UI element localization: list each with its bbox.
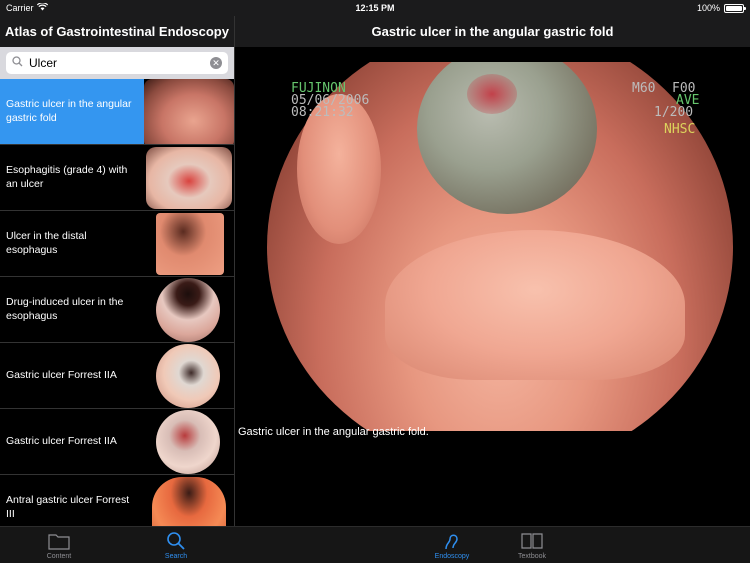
list-item-label: Antral gastric ulcer Forrest III	[6, 494, 130, 520]
overlay-time: 08:21:32	[291, 105, 354, 120]
result-list: Gastric ulcer in the angular gastric fol…	[0, 79, 234, 526]
search-bar: ✕	[0, 47, 234, 79]
list-item-label: Drug-induced ulcer in the esophagus	[6, 296, 124, 322]
list-item[interactable]: Gastric ulcer Forrest IIA	[0, 343, 234, 409]
tab-textbook[interactable]: Textbook	[503, 527, 561, 563]
list-item-thumbnail	[144, 145, 234, 210]
status-bar: Carrier 12:15 PM 100%	[0, 0, 750, 16]
tab-search[interactable]: Search	[147, 527, 205, 563]
list-item-thumbnail	[144, 211, 234, 276]
sidebar-title: Atlas of Gastrointestinal Endoscopy	[0, 16, 234, 47]
tab-content[interactable]: Content	[30, 527, 88, 563]
tab-label: Textbook	[517, 553, 547, 560]
list-item[interactable]: Antral gastric ulcer Forrest III	[0, 475, 234, 526]
battery-percent: 100%	[696, 3, 720, 13]
tab-label: Endoscopy	[434, 553, 470, 560]
sidebar: Atlas of Gastrointestinal Endoscopy ✕ Ga…	[0, 16, 234, 526]
detail-pane: Gastric ulcer in the angular gastric fol…	[235, 16, 750, 526]
list-item-thumbnail	[144, 475, 234, 526]
overlay-nhsc: NHSC	[664, 122, 696, 137]
list-item-label: Gastric ulcer Forrest IIA	[6, 434, 117, 447]
list-item-thumbnail	[144, 79, 234, 144]
endoscope-icon	[441, 531, 463, 551]
list-item-label: Ulcer in the distal esophagus	[6, 230, 87, 256]
list-item[interactable]: Gastric ulcer in the angular gastric fol…	[0, 79, 234, 145]
list-item-label: Gastric ulcer in the angular gastric fol…	[6, 98, 132, 124]
list-item-label: Esophagitis (grade 4) with an ulcer	[6, 164, 128, 190]
overlay-ratio: 1/200	[654, 105, 694, 120]
detail-title: Gastric ulcer in the angular gastric fol…	[235, 16, 750, 47]
endoscopy-image[interactable]: FUJINON 05/06/2006 08:21:32 M60 F00 AVE …	[267, 62, 733, 431]
list-item[interactable]: Esophagitis (grade 4) with an ulcer	[0, 145, 234, 211]
battery-icon	[724, 3, 746, 13]
folder-icon	[48, 531, 70, 551]
battery-fill	[726, 5, 742, 11]
overlay-mode: M60	[632, 81, 656, 96]
search-input[interactable]	[29, 56, 204, 70]
book-icon	[521, 531, 543, 551]
list-item[interactable]: Ulcer in the distal esophagus	[0, 211, 234, 277]
list-item[interactable]: Gastric ulcer Forrest IIA	[0, 409, 234, 475]
list-item[interactable]: Drug-induced ulcer in the esophagus	[0, 277, 234, 343]
list-item-thumbnail	[144, 409, 234, 474]
search-field[interactable]: ✕	[6, 52, 228, 74]
clear-search-icon[interactable]: ✕	[210, 57, 222, 69]
search-icon	[165, 531, 187, 551]
tab-label: Search	[164, 553, 188, 560]
tab-bar: Content Search Endoscopy Textbook	[0, 526, 750, 563]
list-item-label: Gastric ulcer Forrest IIA	[6, 368, 117, 381]
tab-label: Content	[46, 553, 72, 560]
list-item-thumbnail	[144, 277, 234, 342]
list-item-thumbnail	[144, 343, 234, 408]
tab-endoscopy[interactable]: Endoscopy	[423, 527, 481, 563]
image-caption: Gastric ulcer in the angular gastric fol…	[238, 426, 429, 438]
search-icon	[12, 54, 23, 72]
status-time: 12:15 PM	[355, 3, 395, 13]
